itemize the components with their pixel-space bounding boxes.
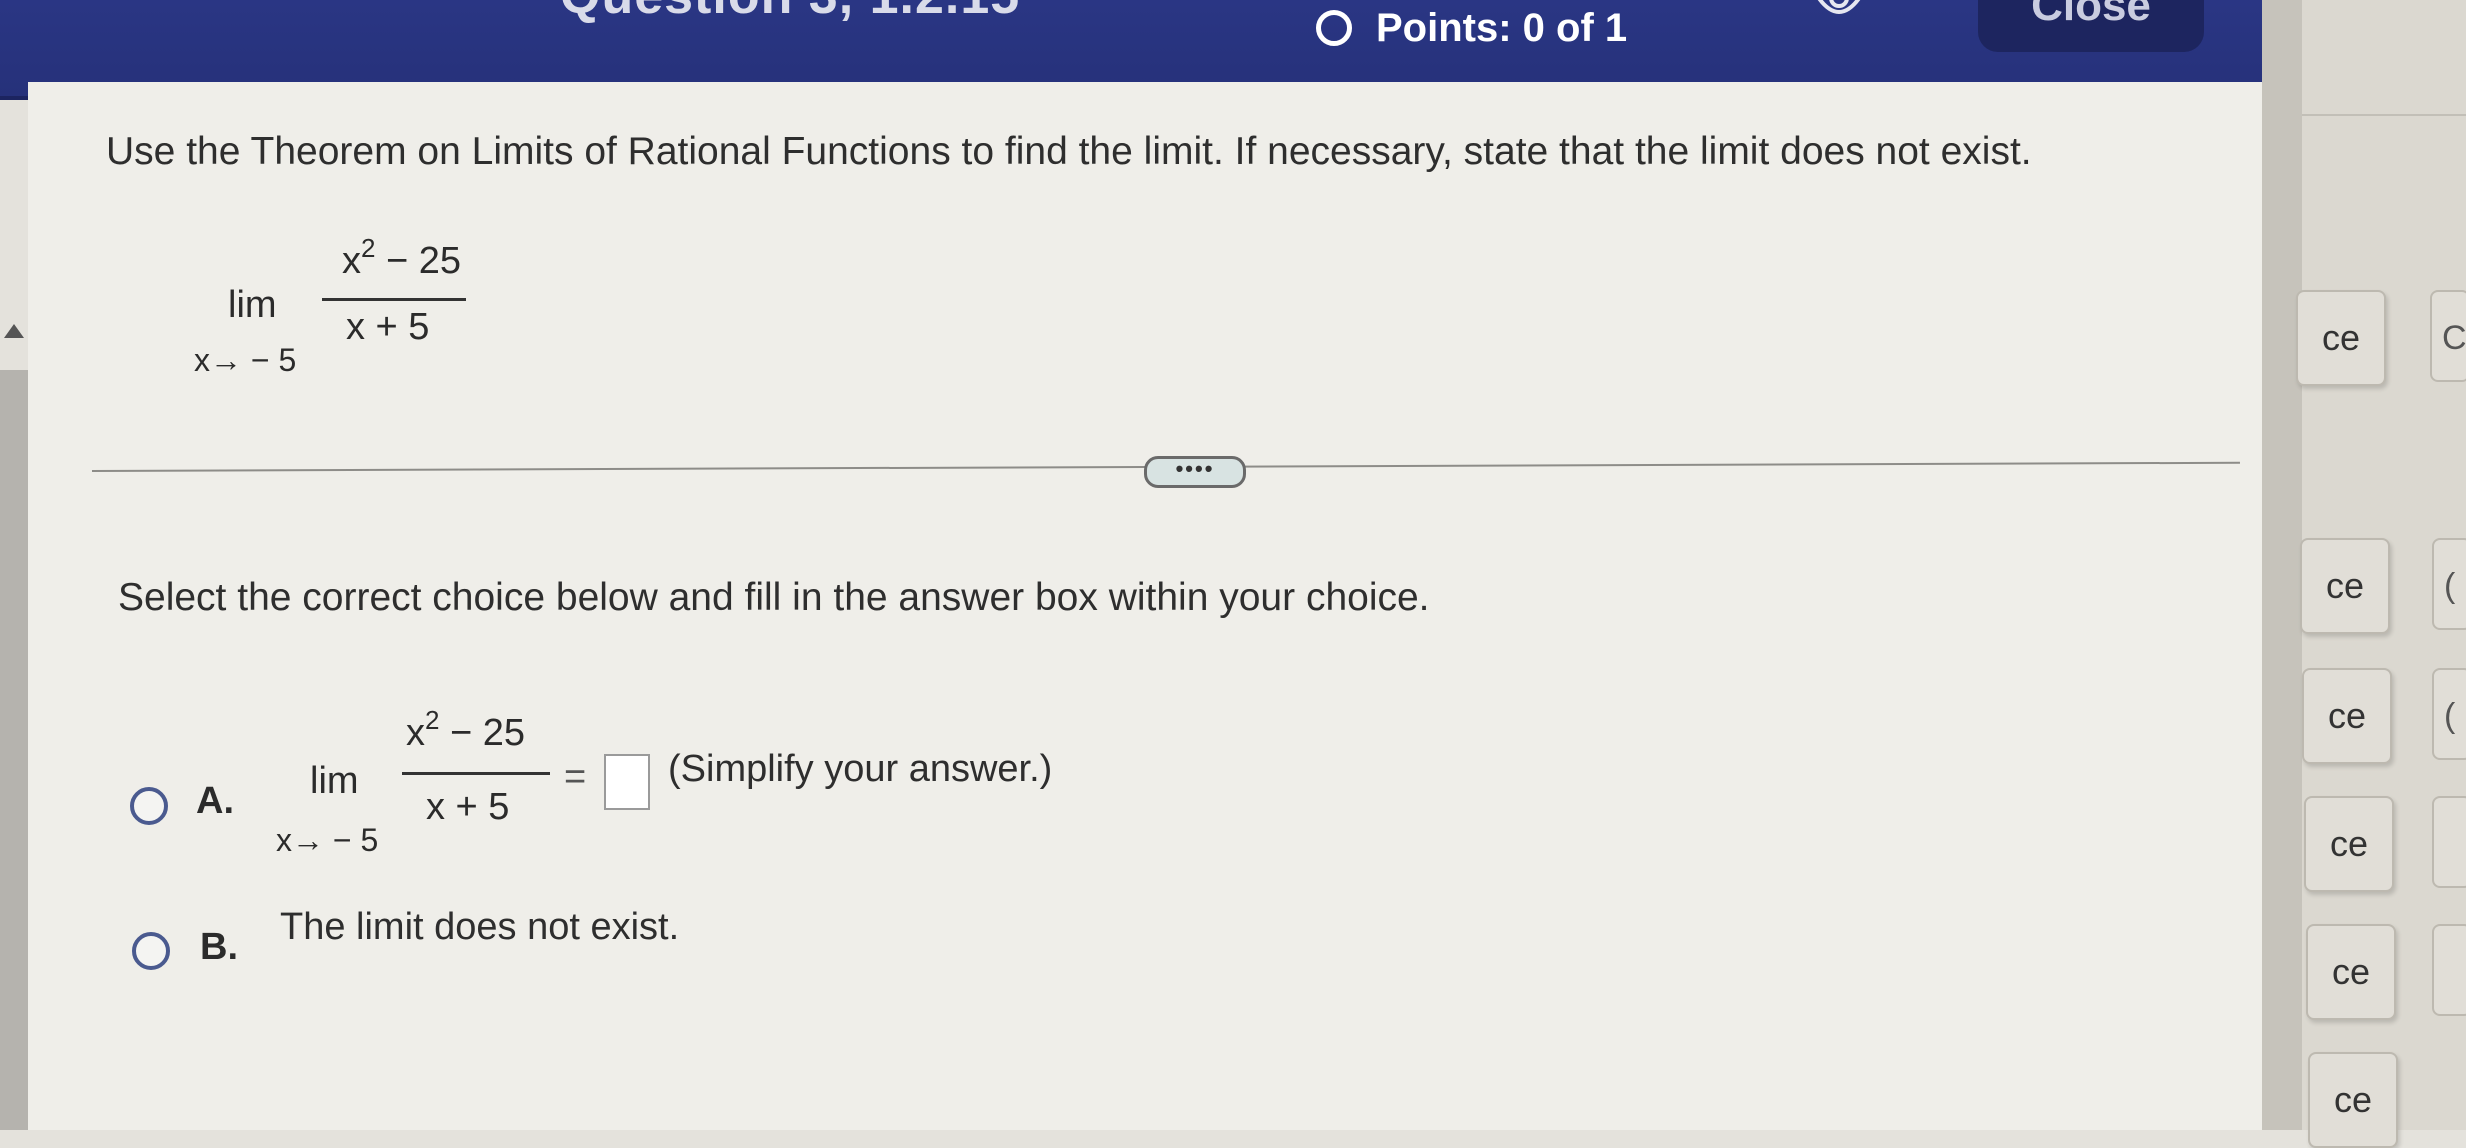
- equals-sign: =: [564, 756, 587, 798]
- sidebar-divider: [2302, 114, 2466, 116]
- question-instruction: Use the Theorem on Limits of Rational Fu…: [106, 130, 2032, 173]
- choice-b-letter: B.: [200, 926, 238, 968]
- lim-operator: lim: [310, 760, 359, 802]
- simplify-hint: (Simplify your answer.): [668, 748, 1053, 790]
- fraction-numerator: x2 − 25: [342, 233, 462, 282]
- choice-b-radio[interactable]: [132, 932, 170, 970]
- left-scroll-strip[interactable]: [0, 370, 28, 1130]
- answer-input-box[interactable]: [604, 754, 650, 810]
- sidebar-separator: [2262, 0, 2302, 1130]
- side-button-far-5[interactable]: [2432, 924, 2466, 1016]
- side-button-6[interactable]: ce: [2308, 1052, 2398, 1148]
- fraction-bar: [322, 298, 466, 301]
- question-title: Question 3, 1.2.15: [560, 0, 1020, 26]
- side-button-2[interactable]: ce: [2300, 538, 2390, 634]
- side-button-far-2[interactable]: (: [2432, 538, 2466, 630]
- side-button-far-3[interactable]: (: [2432, 668, 2466, 760]
- fraction-numerator: x2 − 25: [406, 705, 526, 754]
- side-button-far-1[interactable]: C: [2430, 290, 2466, 382]
- expand-more-button[interactable]: ••••: [1144, 456, 1246, 488]
- side-button-3[interactable]: ce: [2302, 668, 2392, 764]
- choice-a-letter: A.: [196, 780, 234, 822]
- gear-icon[interactable]: [1812, 0, 1866, 26]
- lim-approach: x→ − 5: [276, 822, 379, 858]
- scroll-up-arrow-icon[interactable]: [4, 324, 24, 338]
- lim-approach: x→ − 5: [194, 342, 297, 378]
- side-button-1[interactable]: ce: [2296, 290, 2386, 386]
- fraction-bar: [402, 772, 550, 775]
- side-button-far-4[interactable]: [2432, 796, 2466, 888]
- points-label: Points: 0 of 1: [1376, 5, 1628, 50]
- choice-a-radio[interactable]: [130, 787, 168, 825]
- lim-operator: lim: [228, 284, 277, 326]
- fraction-denominator: x + 5: [346, 306, 430, 348]
- fraction-denominator: x + 5: [426, 786, 510, 828]
- close-button[interactable]: Close: [1978, 0, 2204, 52]
- side-button-5[interactable]: ce: [2306, 924, 2396, 1020]
- points-status-icon: [1316, 10, 1352, 46]
- choice-b-text: The limit does not exist.: [280, 906, 680, 948]
- side-button-4[interactable]: ce: [2304, 796, 2394, 892]
- choice-prompt: Select the correct choice below and fill…: [118, 576, 1430, 619]
- points-indicator: Points: 0 of 1: [1316, 0, 1627, 56]
